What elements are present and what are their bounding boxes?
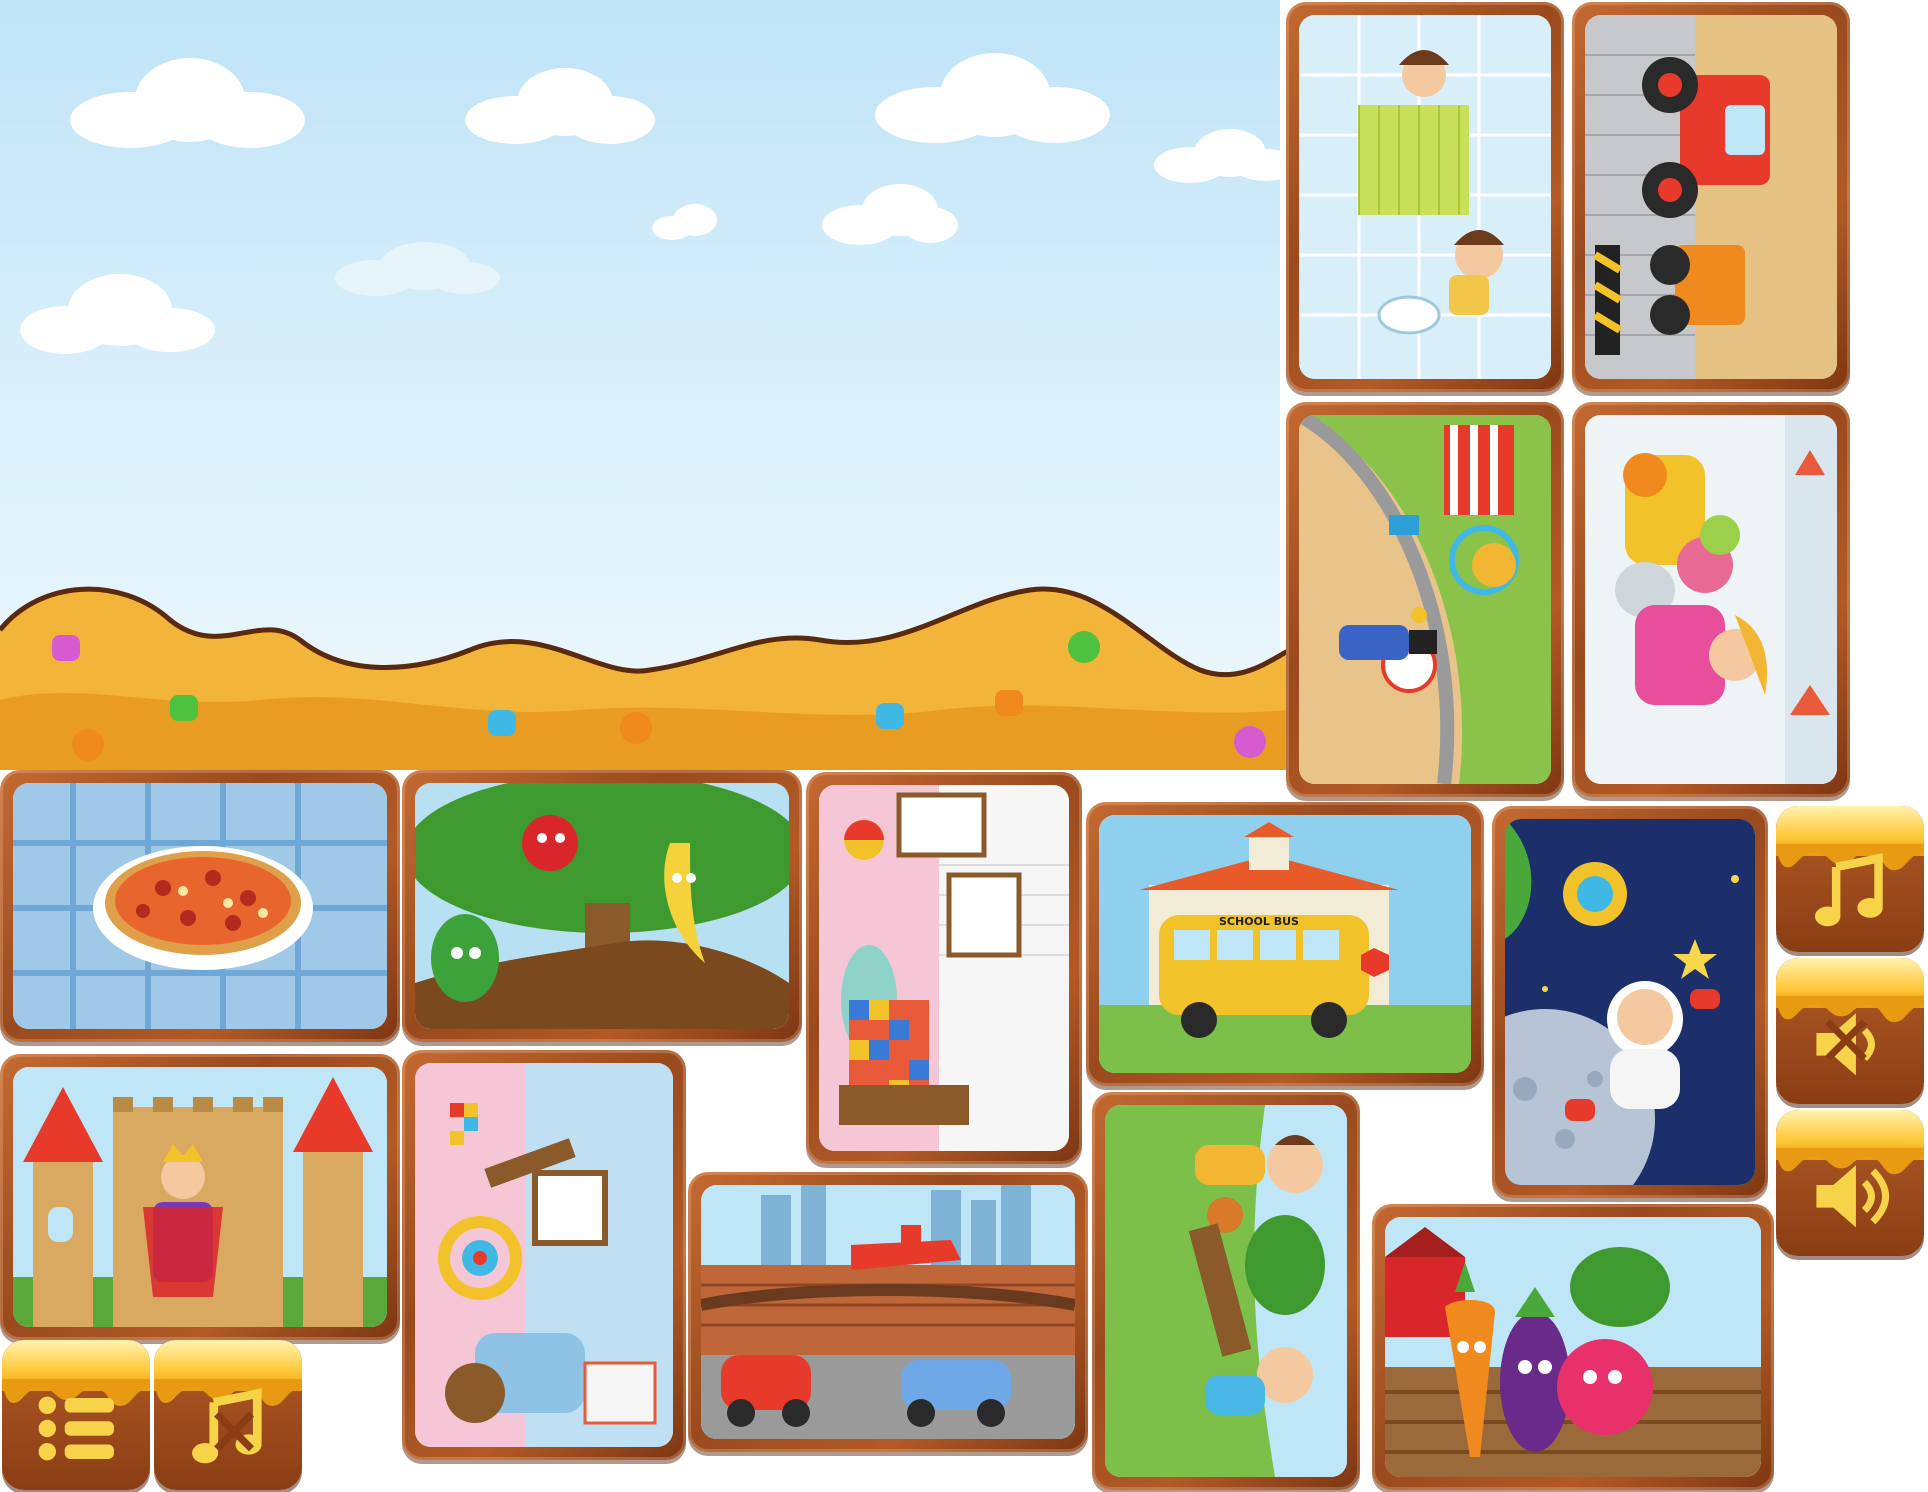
castle-card[interactable] bbox=[0, 1054, 400, 1340]
monster-truck-card[interactable] bbox=[1572, 2, 1850, 392]
kids-room-card[interactable] bbox=[402, 1050, 686, 1460]
city-transport-scene bbox=[701, 1185, 1075, 1439]
astronaut-scene bbox=[1505, 819, 1755, 1185]
winter-kids-card[interactable] bbox=[1572, 402, 1850, 797]
bathroom-card[interactable] bbox=[1286, 2, 1564, 392]
sound-on-button[interactable] bbox=[1776, 1110, 1924, 1256]
school-bus-card[interactable]: SCHOOL BUS bbox=[1086, 802, 1484, 1086]
cloud bbox=[875, 53, 1110, 143]
cloud bbox=[20, 274, 215, 354]
music-button[interactable] bbox=[1776, 806, 1924, 952]
speaker-mute-icon bbox=[1797, 1002, 1904, 1087]
circus-card[interactable] bbox=[1286, 402, 1564, 797]
winter-kids-scene bbox=[1585, 415, 1837, 784]
music-off-button[interactable] bbox=[154, 1340, 302, 1490]
city-transport-card[interactable] bbox=[688, 1172, 1088, 1452]
kids-room-scene bbox=[415, 1063, 673, 1447]
cloud bbox=[1154, 129, 1297, 183]
playground-card[interactable] bbox=[1092, 1092, 1360, 1490]
astronaut-card[interactable] bbox=[1492, 806, 1768, 1198]
nursery-scene bbox=[819, 785, 1069, 1151]
cloud bbox=[822, 184, 958, 245]
caramel-hills bbox=[0, 586, 1290, 770]
menu-button[interactable] bbox=[2, 1340, 150, 1490]
monster-truck-scene bbox=[1585, 15, 1837, 379]
castle-scene bbox=[13, 1067, 387, 1327]
vegetables-card[interactable] bbox=[1372, 1204, 1774, 1490]
menu-list-icon bbox=[23, 1385, 130, 1472]
pizza-scene bbox=[13, 783, 387, 1029]
sound-off-button[interactable] bbox=[1776, 958, 1924, 1104]
music-note-icon bbox=[1797, 850, 1904, 935]
circus-scene bbox=[1299, 415, 1551, 784]
pizza-card[interactable] bbox=[0, 770, 400, 1042]
bathroom-scene bbox=[1299, 15, 1551, 379]
speaker-icon bbox=[1797, 1154, 1904, 1239]
nursery-card[interactable] bbox=[806, 772, 1082, 1164]
school-bus-scene: SCHOOL BUS bbox=[1099, 815, 1471, 1073]
fruit-tree-card[interactable] bbox=[402, 770, 802, 1042]
cloud bbox=[465, 68, 655, 144]
fruit-tree-scene bbox=[415, 783, 789, 1029]
cloud bbox=[70, 58, 305, 148]
vegetables-scene bbox=[1385, 1217, 1761, 1477]
cloud bbox=[335, 242, 500, 296]
cloud bbox=[652, 204, 717, 240]
music-off-icon bbox=[175, 1385, 282, 1472]
playground-scene bbox=[1105, 1105, 1347, 1477]
school-bus-label: SCHOOL BUS bbox=[1219, 915, 1299, 928]
